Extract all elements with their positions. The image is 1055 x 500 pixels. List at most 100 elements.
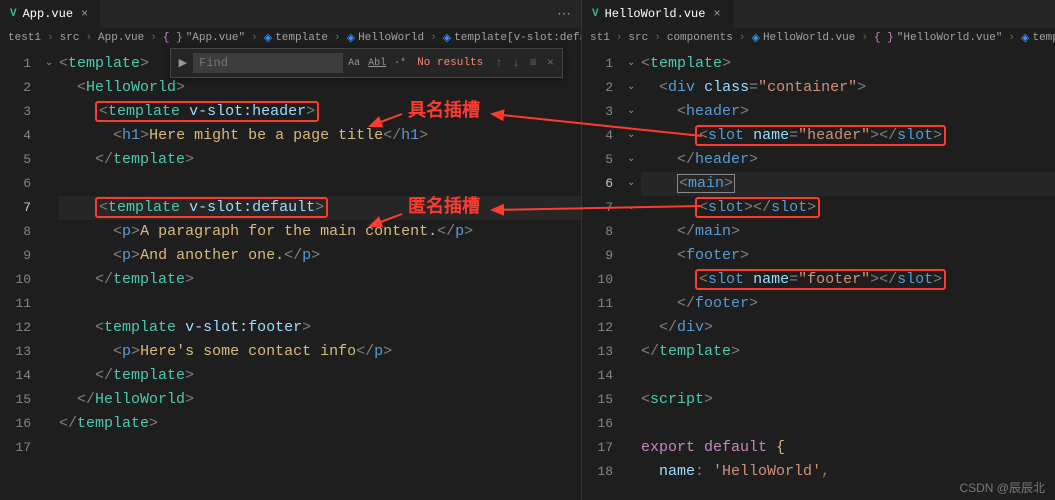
line-number[interactable]: 1 xyxy=(582,52,613,76)
code-line[interactable]: </header> xyxy=(641,148,1055,172)
line-number[interactable]: 7 xyxy=(582,196,613,220)
line-number[interactable]: 6 xyxy=(0,172,31,196)
line-number[interactable]: 3 xyxy=(0,100,31,124)
fold-icon[interactable]: ⌄ xyxy=(627,172,641,196)
line-number[interactable]: 18 xyxy=(582,460,613,484)
fold-icon[interactable]: ⌄ xyxy=(627,196,641,220)
breadcrumb-item[interactable]: ◈ HelloWorld xyxy=(347,31,424,45)
tab-helloworld-vue[interactable]: V HelloWorld.vue × xyxy=(582,0,734,28)
breadcrumbs-left[interactable]: test1›src›App.vue›{ } "App.vue"›◈ templa… xyxy=(0,28,581,48)
code-area-right[interactable]: 123456789101112131415161718 ⌄⌄⌄⌄⌄⌄⌄ <tem… xyxy=(582,48,1055,500)
breadcrumb-item[interactable]: st1 xyxy=(590,32,610,44)
find-regex-icon[interactable]: ·* xyxy=(391,56,409,71)
close-icon[interactable]: × xyxy=(711,7,722,21)
line-number[interactable]: 17 xyxy=(582,436,613,460)
code-line[interactable]: <template v-slot:header> xyxy=(59,100,581,124)
code-line[interactable]: <slot></slot> xyxy=(641,196,1055,220)
code-line[interactable]: </template> xyxy=(59,364,581,388)
line-number[interactable]: 5 xyxy=(0,148,31,172)
line-number[interactable]: 12 xyxy=(0,316,31,340)
code-line[interactable]: <slot name="footer"></slot> xyxy=(641,268,1055,292)
line-number[interactable]: 11 xyxy=(0,292,31,316)
line-number[interactable]: 16 xyxy=(582,412,613,436)
fold-icon[interactable]: ⌄ xyxy=(627,100,641,124)
line-number[interactable]: 6 xyxy=(582,172,613,196)
fold-icon[interactable]: ⌄ xyxy=(45,52,59,76)
line-number[interactable]: 11 xyxy=(582,292,613,316)
code-line[interactable]: <div class="container"> xyxy=(641,76,1055,100)
code-line[interactable]: <p>A paragraph for the main content.</p> xyxy=(59,220,581,244)
code-area-left[interactable]: 1234567891011121314151617 ⌄ <template> <… xyxy=(0,48,581,500)
breadcrumb-item[interactable]: ◈ HelloWorld.vue xyxy=(751,31,855,45)
fold-icon[interactable]: ⌄ xyxy=(627,52,641,76)
code-line[interactable]: <main> xyxy=(641,172,1055,196)
breadcrumb-item[interactable]: ◈ template[v-slot:default] xyxy=(443,31,581,45)
find-input[interactable] xyxy=(193,53,343,73)
breadcrumb-item[interactable]: src xyxy=(60,32,80,44)
line-number[interactable]: 8 xyxy=(582,220,613,244)
fold-icon[interactable]: ⌄ xyxy=(627,76,641,100)
breadcrumb-item[interactable]: ◈ template xyxy=(1021,31,1055,45)
line-number[interactable]: 7 xyxy=(0,196,31,220)
find-word-icon[interactable]: Abl xyxy=(365,56,389,71)
code-line[interactable]: <header> xyxy=(641,100,1055,124)
close-icon[interactable]: × xyxy=(79,7,90,21)
line-number[interactable]: 4 xyxy=(582,124,613,148)
code-line[interactable]: </main> xyxy=(641,220,1055,244)
code-line[interactable] xyxy=(641,412,1055,436)
code-line[interactable]: </template> xyxy=(59,148,581,172)
code-line[interactable]: <script> xyxy=(641,388,1055,412)
breadcrumbs-right[interactable]: st1›src›components›◈ HelloWorld.vue›{ } … xyxy=(582,28,1055,48)
find-next-icon[interactable]: ↓ xyxy=(508,54,523,72)
code-line[interactable]: <p>Here's some contact info</p> xyxy=(59,340,581,364)
line-number[interactable]: 9 xyxy=(0,244,31,268)
line-number[interactable]: 9 xyxy=(582,244,613,268)
line-number[interactable]: 14 xyxy=(582,364,613,388)
find-prev-icon[interactable]: ↑ xyxy=(491,54,506,72)
fold-icon[interactable]: ⌄ xyxy=(627,124,641,148)
line-number[interactable]: 8 xyxy=(0,220,31,244)
fold-icon[interactable]: ⌄ xyxy=(627,148,641,172)
line-number[interactable]: 3 xyxy=(582,100,613,124)
code-line[interactable]: </HelloWorld> xyxy=(59,388,581,412)
code-line[interactable] xyxy=(59,292,581,316)
line-number[interactable]: 5 xyxy=(582,148,613,172)
code-line[interactable] xyxy=(641,364,1055,388)
find-expand-icon[interactable]: ▶ xyxy=(175,56,191,70)
breadcrumb-item[interactable]: test1 xyxy=(8,32,41,44)
line-number[interactable]: 1 xyxy=(0,52,31,76)
find-selection-icon[interactable]: ≡ xyxy=(526,54,541,72)
code-line[interactable]: <footer> xyxy=(641,244,1055,268)
line-number[interactable]: 12 xyxy=(582,316,613,340)
code-line[interactable] xyxy=(59,436,581,460)
line-number[interactable]: 4 xyxy=(0,124,31,148)
line-number[interactable]: 16 xyxy=(0,412,31,436)
line-number[interactable]: 13 xyxy=(582,340,613,364)
breadcrumb-item[interactable]: { } "App.vue" xyxy=(163,32,245,44)
line-number[interactable]: 14 xyxy=(0,364,31,388)
code-line[interactable]: export default { xyxy=(641,436,1055,460)
breadcrumb-item[interactable]: src xyxy=(628,32,648,44)
line-number[interactable]: 13 xyxy=(0,340,31,364)
code-line[interactable]: </template> xyxy=(641,340,1055,364)
line-number[interactable]: 10 xyxy=(582,268,613,292)
breadcrumb-item[interactable]: components xyxy=(667,32,733,44)
code-line[interactable]: <HelloWorld> xyxy=(59,76,581,100)
line-number[interactable]: 15 xyxy=(0,388,31,412)
line-number[interactable]: 10 xyxy=(0,268,31,292)
code-line[interactable] xyxy=(59,172,581,196)
code-line[interactable]: <template v-slot:footer> xyxy=(59,316,581,340)
tab-overflow-button[interactable]: ⋯ xyxy=(547,0,581,28)
code-line[interactable]: </footer> xyxy=(641,292,1055,316)
code-line[interactable]: <p>And another one.</p> xyxy=(59,244,581,268)
code-line[interactable]: <template> xyxy=(641,52,1055,76)
breadcrumb-item[interactable]: App.vue xyxy=(98,32,144,44)
line-number[interactable]: 2 xyxy=(582,76,613,100)
find-close-icon[interactable]: × xyxy=(543,54,558,72)
line-number[interactable]: 17 xyxy=(0,436,31,460)
code-line[interactable]: </div> xyxy=(641,316,1055,340)
line-number[interactable]: 2 xyxy=(0,76,31,100)
code-line[interactable]: <slot name="header"></slot> xyxy=(641,124,1055,148)
code-line[interactable]: <template v-slot:default> xyxy=(59,196,581,220)
breadcrumb-item[interactable]: { } "HelloWorld.vue" xyxy=(874,32,1002,44)
